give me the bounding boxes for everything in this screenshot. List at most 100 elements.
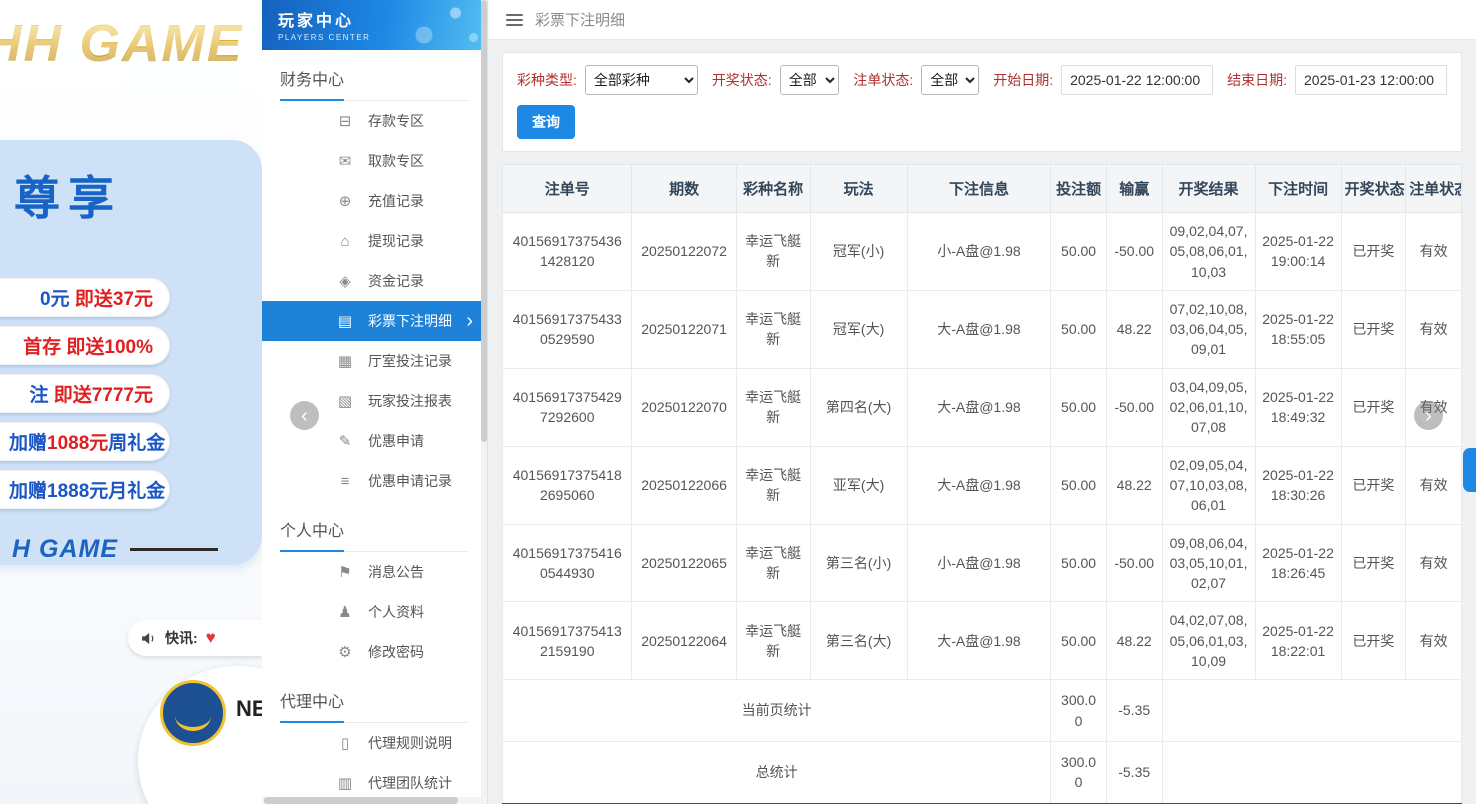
content-area: 彩种类型: 全部彩种 开奖状态: 全部 注单状态: 全部 开始日期: 结束日期:: [488, 40, 1476, 804]
table-cell: 小-A盘@1.98: [906, 212, 1052, 291]
funds-record-icon: ◈: [339, 273, 351, 290]
promo-apply-icon: ✎: [338, 433, 352, 450]
notice-icon: ⚑: [338, 564, 352, 581]
sidebar-item-password[interactable]: ⚙ 修改密码: [262, 632, 487, 672]
table-cell: 02,09,05,04,07,10,03,08,06,01: [1161, 445, 1256, 525]
sidebar-horizontal-scrollbar[interactable]: [262, 797, 487, 804]
agent-rule-icon: ▯: [340, 735, 350, 752]
promo-pill: 0元 即送37元: [0, 278, 170, 317]
agent-team-icon: ▥: [337, 775, 353, 792]
table-cell: 幸运飞艇新: [735, 289, 811, 369]
heart-icon: ♥: [205, 628, 216, 647]
sidebar-item-label: 代理团队统计: [368, 775, 452, 791]
table-header-cell: 输赢: [1105, 164, 1163, 213]
table-cell: 亚军(大): [809, 445, 908, 525]
scrollbar-thumb[interactable]: [481, 0, 487, 443]
table-cell: 20250122065: [631, 523, 737, 603]
table-cell: 已开奖: [1340, 601, 1407, 681]
table-cell: 03,04,09,05,02,06,01,10,07,08: [1161, 367, 1256, 447]
sidebar-item-notice[interactable]: ⚑ 消息公告: [262, 552, 487, 592]
sidebar-item-label: 修改密码: [368, 644, 424, 660]
sidebar-item-label: 彩票下注明细: [368, 313, 452, 329]
sidebar-item-agent-rules[interactable]: ▯ 代理规则说明: [262, 723, 487, 763]
table-row: 401569173754297292600 20250122070 幸运飞艇新 第四名…: [501, 367, 1462, 447]
carousel-next-arrow[interactable]: ›: [1414, 401, 1443, 430]
table-row: 401569173754182695060 20250122066 幸运飞艇新 亚军(…: [501, 445, 1462, 525]
withdraw-icon: ✉: [338, 153, 352, 170]
search-button[interactable]: 查询: [517, 105, 575, 139]
table-cell: 第四名(大): [809, 367, 908, 447]
table-row: 401569173754330529590 20250122071 幸运飞艇新 冠军(…: [501, 289, 1462, 369]
draw-status-select[interactable]: 全部: [779, 65, 840, 95]
table-cell: 幸运飞艇新: [735, 523, 811, 603]
sidebar-subtitle: PLAYERS CENTER: [278, 33, 371, 42]
brand-logo: HH GAME: [0, 14, 262, 74]
scrollbar-thumb[interactable]: [264, 797, 458, 804]
table-header-cell: 期数: [631, 164, 737, 213]
promo-pill: 首存 即送100%: [0, 326, 170, 365]
chevron-right-icon: ›: [466, 310, 473, 332]
start-date-label: 开始日期:: [993, 72, 1054, 88]
table-cell: 401569173754361428120: [501, 212, 633, 291]
table-cell: 50.00: [1050, 212, 1107, 291]
table-cell: 20250122071: [631, 289, 737, 369]
table-cell: 已开奖: [1340, 445, 1407, 525]
table-cell: 04,02,07,08,05,06,01,03,10,09: [1161, 601, 1256, 681]
start-date-input[interactable]: [1061, 65, 1214, 95]
table-cell: 2025-01-22 19:00:14: [1254, 212, 1342, 291]
table-header-cell: 投注额: [1050, 164, 1107, 213]
end-date-label: 结束日期:: [1227, 72, 1287, 88]
sidebar-item-promo-apply-record[interactable]: ≡ 优惠申请记录: [262, 461, 487, 501]
table-header-row: 注单号期数彩种名称玩法下注信息投注额输赢开奖结果下注时间开奖状态注单状态: [501, 164, 1462, 213]
profile-icon: ♟: [338, 604, 352, 621]
promo-banner: 尊享 0元 即送37元 首存 即送100% 注 即送7777元 加赠1088元周礼金加…: [0, 140, 262, 565]
sidebar-item-deposit[interactable]: ⊟ 存款专区: [262, 101, 487, 141]
sidebar-item-recharge-record[interactable]: ⊕ 充值记录: [262, 181, 487, 221]
floating-widget-tab[interactable]: [1463, 448, 1476, 492]
sidebar-item-label: 优惠申请: [368, 433, 424, 449]
table-cell: 大-A盘@1.98: [906, 445, 1052, 525]
menu-toggle-icon[interactable]: [506, 13, 523, 26]
table-cell: -50.00: [1105, 367, 1163, 447]
table-cell: 大-A盘@1.98: [906, 367, 1052, 447]
sidebar-section-header: 财务中心: [280, 50, 469, 101]
end-date-input[interactable]: [1295, 65, 1447, 95]
bet-detail-table: 注单号期数彩种名称玩法下注信息投注额输赢开奖结果下注时间开奖状态注单状态 401…: [501, 164, 1463, 804]
table-header-cell: 彩种名称: [735, 164, 811, 213]
brand-dash-decoration: [130, 548, 218, 551]
sidebar-item-label: 资金记录: [368, 273, 424, 289]
table-header-cell: 下注信息: [906, 164, 1052, 213]
app-root: HH GAME 尊享 0元 即送37元 首存 即送100% 注 即送7777元 加赠1…: [0, 0, 1476, 804]
table-row: 401569173754132159190 20250122064 幸运飞艇新 第三名…: [501, 601, 1462, 681]
promo-column: HH GAME 尊享 0元 即送37元 首存 即送100% 注 即送7777元 加赠1…: [0, 0, 262, 804]
bet-status-select[interactable]: 全部: [921, 65, 980, 95]
grand-total-winloss: -5.35: [1105, 740, 1163, 804]
table-cell: 2025-01-22 18:55:05: [1254, 289, 1342, 369]
sidebar-item-hall-bet-record[interactable]: ▦ 厅室投注记录: [262, 341, 487, 381]
filter-button-row: 查询: [517, 105, 1447, 139]
grand-total-empty: [1161, 740, 1463, 804]
carousel-prev-arrow[interactable]: ‹: [290, 401, 319, 430]
table-cell: 幸运飞艇新: [735, 212, 811, 291]
sidebar-item-label: 提现记录: [368, 233, 424, 249]
sidebar-item-profile[interactable]: ♟ 个人资料: [262, 592, 487, 632]
table-cell: 401569173754330529590: [501, 289, 633, 369]
table-cell: 401569173754182695060: [501, 445, 633, 525]
table-header-cell: 玩法: [809, 164, 908, 213]
sidebar-item-lottery-bet-detail[interactable]: ▤ 彩票下注明细 ›: [262, 301, 487, 341]
page-total-row: 当前页统计 300.00 -5.35: [501, 679, 1463, 742]
recharge-record-icon: ⊕: [338, 193, 352, 210]
sidebar-item-withdraw[interactable]: ✉ 取款专区: [262, 141, 487, 181]
sidebar-vertical-scrollbar[interactable]: [481, 0, 487, 804]
lottery-type-label: 彩种类型:: [517, 72, 577, 88]
sidebar-item-withdraw-record[interactable]: ⌂ 提现记录: [262, 221, 487, 261]
promo-pill: 加赠1088元周礼金: [0, 422, 170, 461]
sidebar-item-label: 消息公告: [368, 564, 424, 580]
table-cell: 2025-01-22 18:49:32: [1254, 367, 1342, 447]
sidebar-item-label: 存款专区: [368, 113, 424, 129]
lottery-type-select[interactable]: 全部彩种: [584, 65, 698, 95]
draw-status-label: 开奖状态:: [711, 72, 772, 88]
sidebar-item-funds-record[interactable]: ◈ 资金记录: [262, 261, 487, 301]
table-cell: 48.22: [1105, 289, 1163, 369]
table-cell: 20250122072: [631, 212, 737, 291]
